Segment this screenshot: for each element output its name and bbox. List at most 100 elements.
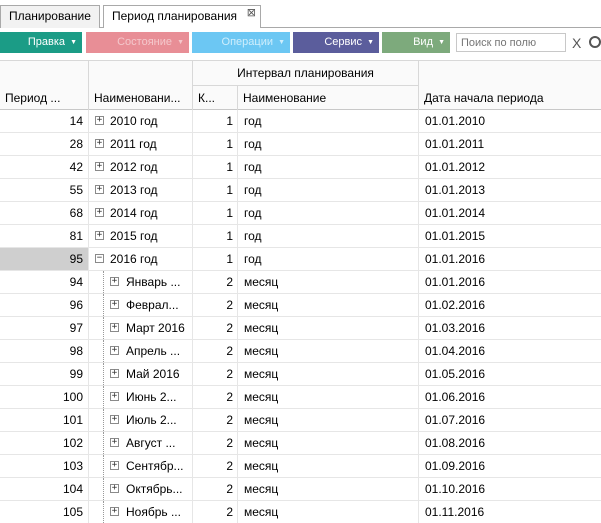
search-input[interactable]: [456, 33, 566, 52]
tab-strip: Планирование Период планирования ⊠: [0, 0, 601, 29]
table-row[interactable]: 98 + Апрель ... 2 месяц 01.04.2016: [0, 340, 601, 363]
start-date-cell: 01.08.2016: [425, 436, 486, 450]
interval-name-cell: год: [238, 179, 419, 201]
expand-icon[interactable]: +: [110, 415, 119, 424]
table-row[interactable]: 81 +2015 год 1 год 01.01.2015: [0, 225, 601, 248]
start-date-cell: 01.01.2016: [425, 252, 486, 266]
expand-icon[interactable]: +: [110, 369, 119, 378]
k-cell: 2: [193, 317, 238, 339]
tree-line: [103, 363, 104, 385]
name-text: Август ...: [126, 436, 176, 450]
clear-search-icon[interactable]: X: [572, 35, 581, 51]
name-cell: +2013 год: [89, 179, 193, 201]
expand-icon[interactable]: +: [95, 231, 104, 240]
k-cell: 2: [193, 501, 238, 523]
table-row[interactable]: 14 +2010 год 1 год 01.01.2010: [0, 110, 601, 133]
view-button[interactable]: Вид ▼: [382, 32, 450, 53]
expand-icon[interactable]: +: [110, 323, 119, 332]
expand-icon[interactable]: +: [110, 392, 119, 401]
period-cell: 98: [0, 340, 89, 362]
interval-name-cell: месяц: [238, 478, 419, 500]
name-cell: + Сентябр...: [89, 455, 193, 477]
start-date-cell: 01.11.2016: [425, 505, 485, 519]
table-row[interactable]: 103 + Сентябр... 2 месяц 01.09.2016: [0, 455, 601, 478]
k-cell: 1: [193, 156, 238, 178]
close-tab-icon[interactable]: ⊠: [247, 3, 256, 24]
search-icon[interactable]: [589, 36, 601, 48]
interval-name-cell: год: [238, 133, 419, 155]
tree-line: [103, 294, 104, 316]
period-cell: 68: [0, 202, 89, 224]
dropdown-caret-icon: ▼: [70, 39, 77, 46]
table-row[interactable]: 99 + Май 2016 2 месяц 01.05.2016: [0, 363, 601, 386]
state-button[interactable]: Состояние ▼: [86, 32, 189, 53]
name-cell: + Октябрь...: [89, 478, 193, 500]
expand-icon[interactable]: +: [110, 438, 119, 447]
expand-icon[interactable]: +: [95, 208, 104, 217]
start-date-cell: 01.07.2016: [425, 413, 486, 427]
period-cell: 105: [0, 501, 89, 523]
operations-button[interactable]: Операции ▼: [192, 32, 290, 53]
expand-icon[interactable]: +: [95, 116, 104, 125]
start-date-cell: 01.01.2011: [425, 137, 485, 151]
table-row[interactable]: 95−2016 год 1 год 01.01.2016: [0, 248, 601, 271]
name-cell: + Феврал...: [89, 294, 193, 316]
edit-button[interactable]: Правка ▼: [0, 32, 82, 53]
k-cell: 1: [193, 202, 238, 224]
expand-icon[interactable]: +: [110, 484, 119, 493]
expand-icon[interactable]: +: [110, 277, 119, 286]
name-text: 2010 год: [110, 114, 158, 128]
table-row[interactable]: 101 + Июль 2... 2 месяц 01.07.2016: [0, 409, 601, 432]
table-row[interactable]: 97 + Март 2016 2 месяц 01.03.2016: [0, 317, 601, 340]
name-cell: +2012 год: [89, 156, 193, 178]
table-row[interactable]: 100 + Июнь 2... 2 месяц 01.06.2016: [0, 386, 601, 409]
service-button[interactable]: Сервис ▼: [293, 32, 379, 53]
tree-line: [103, 409, 104, 431]
interval-name-cell: месяц: [238, 294, 419, 316]
column-header-name[interactable]: Наименовани...: [89, 61, 193, 110]
k-cell: 2: [193, 294, 238, 316]
period-cell: 97: [0, 317, 89, 339]
table-row[interactable]: 42 +2012 год 1 год 01.01.2012: [0, 156, 601, 179]
period-cell: 55: [0, 179, 89, 201]
tab-planning-period[interactable]: Период планирования ⊠: [103, 5, 261, 29]
column-header-start-date[interactable]: Дата начала периода: [419, 61, 601, 110]
table-row[interactable]: 28 +2011 год 1 год 01.01.2011: [0, 133, 601, 156]
k-cell: 2: [193, 340, 238, 362]
k-cell: 2: [193, 271, 238, 293]
dropdown-caret-icon: ▼: [177, 39, 184, 46]
k-cell: 2: [193, 386, 238, 408]
column-header-period[interactable]: Период ...: [0, 61, 89, 110]
name-cell: −2016 год: [89, 248, 193, 270]
table-row[interactable]: 104 + Октябрь... 2 месяц 01.10.2016: [0, 478, 601, 501]
expand-icon[interactable]: +: [110, 461, 119, 470]
expand-icon[interactable]: +: [110, 300, 119, 309]
table-row[interactable]: 94 + Январь ... 2 месяц 01.01.2016: [0, 271, 601, 294]
expand-icon[interactable]: +: [95, 139, 104, 148]
expand-icon[interactable]: +: [110, 346, 119, 355]
collapse-icon[interactable]: −: [95, 254, 104, 263]
table-row[interactable]: 105 + Ноябрь ... 2 месяц 01.11.2016: [0, 501, 601, 523]
expand-icon[interactable]: +: [95, 162, 104, 171]
name-text: 2011 год: [110, 137, 157, 151]
start-date-cell: 01.01.2016: [425, 275, 486, 289]
expand-icon[interactable]: +: [110, 507, 119, 516]
table-row[interactable]: 102 + Август ... 2 месяц 01.08.2016: [0, 432, 601, 455]
tab-planning[interactable]: Планирование: [0, 5, 100, 28]
table-row[interactable]: 96 + Феврал... 2 месяц 01.02.2016: [0, 294, 601, 317]
expand-icon[interactable]: +: [95, 185, 104, 194]
tree-line: [103, 271, 104, 293]
name-cell: + Май 2016: [89, 363, 193, 385]
name-text: Апрель ...: [126, 344, 181, 358]
start-date-cell: 01.01.2010: [425, 114, 486, 128]
name-text: Март 2016: [126, 321, 185, 335]
table-row[interactable]: 68 +2014 год 1 год 01.01.2014: [0, 202, 601, 225]
table-row[interactable]: 55 +2013 год 1 год 01.01.2013: [0, 179, 601, 202]
name-text: Июнь 2...: [126, 390, 177, 404]
k-cell: 1: [193, 248, 238, 270]
interval-name-cell: год: [238, 225, 419, 247]
column-header-k[interactable]: К...: [193, 86, 238, 110]
column-header-interval-name[interactable]: Наименование: [238, 86, 419, 110]
name-cell: +2014 год: [89, 202, 193, 224]
tab-label: Планирование: [9, 9, 91, 23]
